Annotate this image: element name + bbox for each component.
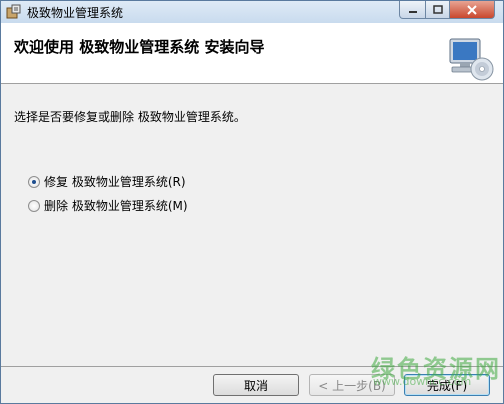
window-title: 极致物业管理系统 [27,6,124,20]
maximize-button[interactable] [425,1,450,19]
computer-cd-icon [449,38,494,81]
option-remove[interactable]: 删除 极致物业管理系统(M) [28,197,188,214]
minimize-icon [408,10,417,13]
remove-label[interactable]: 删除 极致物业管理系统(M) [44,197,188,214]
close-button[interactable] [449,1,495,19]
repair-radio[interactable] [28,175,40,188]
installer-app-icon [6,4,21,19]
minimize-button[interactable] [399,1,426,19]
instruction-text: 选择是否要修复或删除 极致物业管理系统。 [14,110,246,124]
cancel-button[interactable]: 取消 [213,374,299,396]
maximize-icon [432,5,443,14]
option-repair[interactable]: 修复 极致物业管理系统(R) [28,173,186,190]
title-bar[interactable]: 极致物业管理系统 [1,1,503,23]
remove-radio[interactable] [28,199,40,212]
page-title: 欢迎使用 极致物业管理系统 安装向导 [14,38,265,56]
close-icon [467,4,477,15]
header-panel: 欢迎使用 极致物业管理系统 安装向导 [1,23,503,84]
repair-label[interactable]: 修复 极致物业管理系统(R) [44,173,186,190]
options-panel: 选择是否要修复或删除 极致物业管理系统。 修复 极致物业管理系统(R) 删除 极… [1,84,503,366]
installer-window: 极致物业管理系统 欢迎使用 极致物业管理系统 安装向导 选择是否要修复或删除 极… [0,0,504,404]
watermark-url: www.downcc.com [373,375,472,388]
